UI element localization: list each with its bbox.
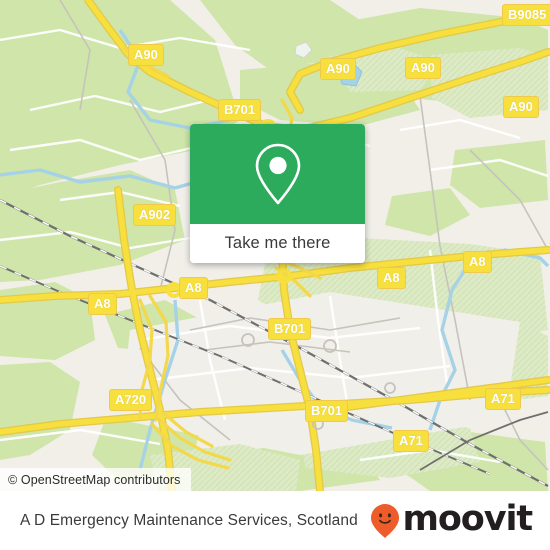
moovit-wordmark: moovit	[402, 499, 533, 539]
road-shield: A8	[88, 293, 117, 315]
poi-card-action[interactable]: Take me there	[190, 224, 365, 263]
poi-info-card[interactable]: Take me there	[190, 124, 365, 263]
road-shield: A90	[320, 58, 356, 80]
osm-attribution: © OpenStreetMap contributors	[0, 468, 191, 491]
map-screenshot-page: B9085 A90 A90 A90 A90 B701 A902 A8 A8 A8…	[0, 0, 550, 550]
road-shield: B701	[305, 400, 349, 422]
road-shield: A90	[503, 96, 539, 118]
map-canvas[interactable]: B9085 A90 A90 A90 A90 B701 A902 A8 A8 A8…	[0, 0, 550, 491]
moovit-smiley-pin-icon	[371, 503, 400, 538]
road-shield: B701	[218, 99, 262, 121]
road-shield: A90	[405, 57, 441, 79]
road-shield: B701	[268, 318, 312, 340]
road-shield: A90	[128, 44, 164, 66]
moovit-logo[interactable]: moovit	[370, 499, 533, 539]
road-shield: A720	[109, 389, 153, 411]
road-shield: A71	[485, 388, 521, 410]
road-shield: A8	[377, 267, 406, 289]
road-shield: A902	[133, 204, 177, 226]
place-title: A D Emergency Maintenance Services, Scot…	[20, 511, 358, 529]
road-shield: A71	[393, 430, 429, 452]
poi-card-header	[190, 124, 365, 224]
take-me-there-label: Take me there	[224, 234, 331, 252]
road-shield: A8	[179, 277, 208, 299]
road-shield: B9085	[502, 4, 550, 26]
road-shield: A8	[463, 251, 492, 273]
bottom-info-bar: A D Emergency Maintenance Services, Scot…	[0, 491, 550, 550]
location-pin-icon	[255, 143, 300, 205]
